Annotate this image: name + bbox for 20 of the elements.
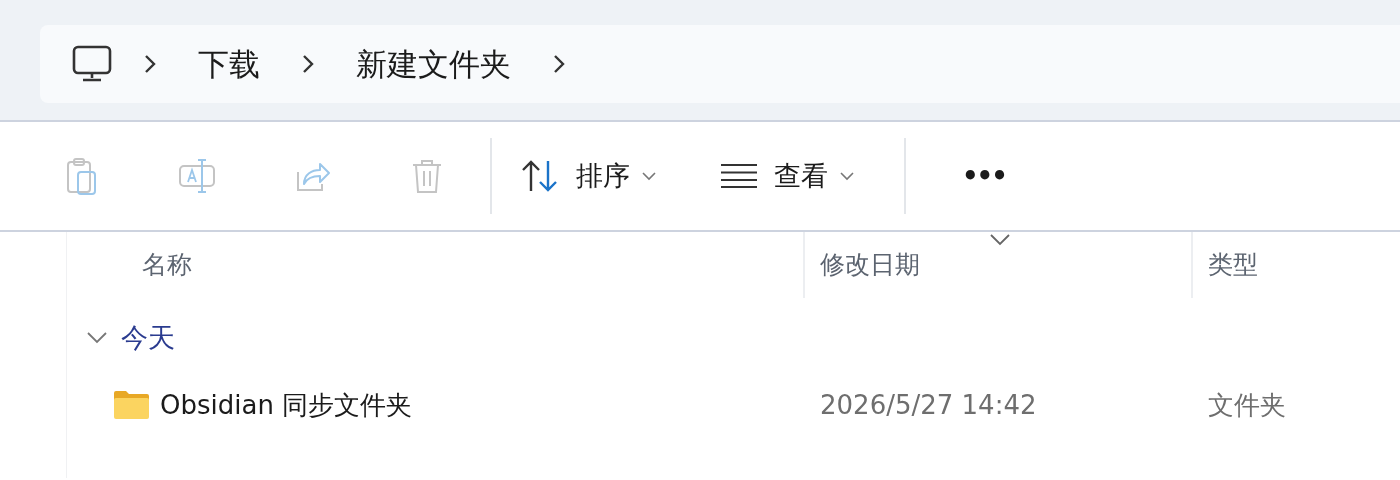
column-header[interactable]: 名称 [67, 232, 803, 298]
breadcrumb-item[interactable]: 新建文件夹 [346, 40, 521, 88]
sort-icon [520, 159, 560, 193]
breadcrumb-item[interactable]: 下载 [188, 40, 270, 88]
caret-icon [840, 171, 854, 181]
computer-icon[interactable] [72, 45, 112, 83]
view-menu-button[interactable]: 查看 [708, 145, 866, 207]
rename-icon [177, 156, 217, 196]
date-cell-text: 2026/5/27 14:42 [819, 388, 1038, 422]
folder-icon [113, 390, 150, 420]
group-header[interactable]: 今天 [87, 317, 175, 359]
file-name[interactable]: Obsidian 同步文件夹 [160, 385, 413, 425]
sort-menu-button[interactable]: 排序 [508, 145, 668, 207]
more-button[interactable]: ••• [944, 150, 1024, 202]
column-header[interactable]: 类型 [1191, 232, 1400, 298]
chevron-icon [87, 332, 107, 344]
type-cell-text: 文件夹 [1207, 388, 1287, 422]
column-header[interactable]: 修改日期 [803, 232, 1191, 298]
list-icon [720, 163, 758, 189]
caret-icon [642, 171, 656, 181]
